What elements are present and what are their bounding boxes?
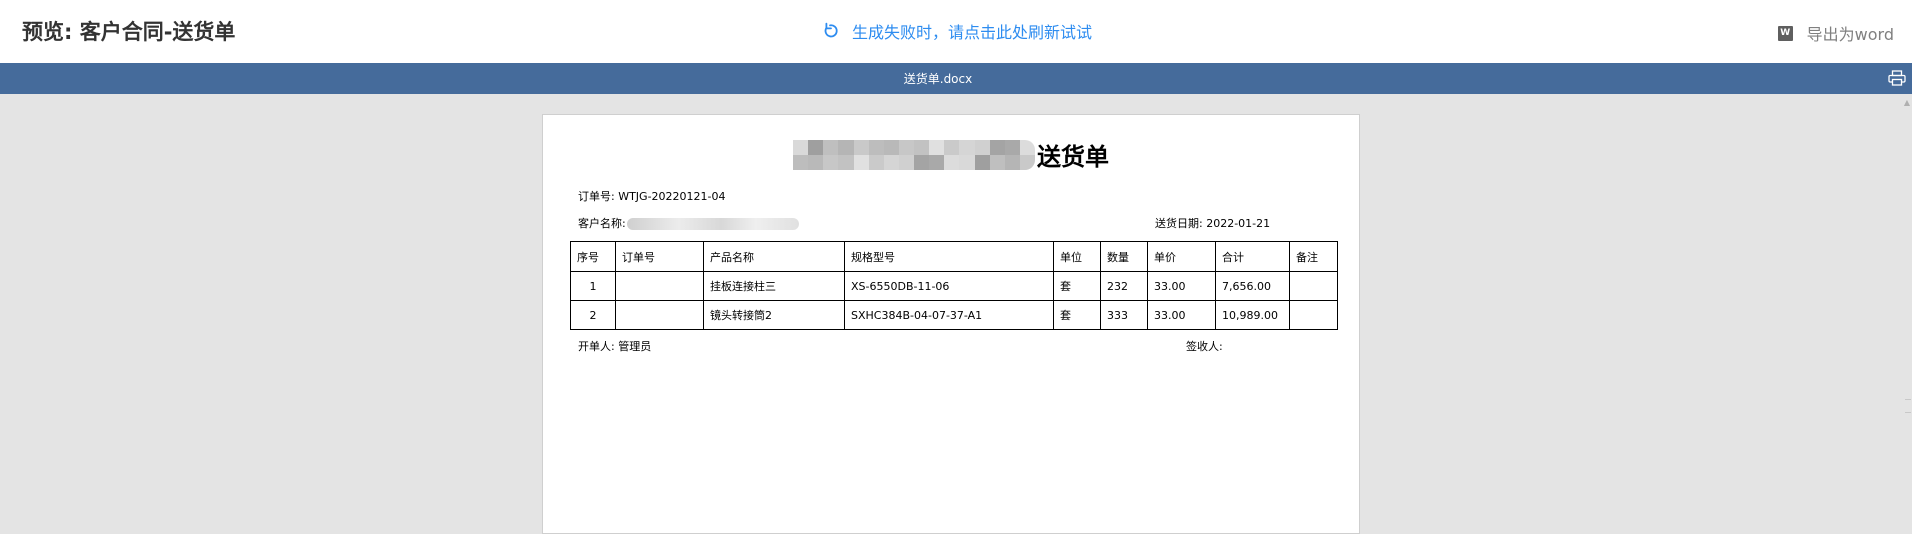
document-title: 送货单 — [1037, 143, 1109, 171]
table-cell — [615, 300, 704, 330]
table-cell: 10,989.00 — [1215, 300, 1290, 330]
column-header: 单位 — [1053, 241, 1101, 272]
column-header: 订单号 — [615, 241, 704, 272]
order-number: 订单号: WTJG-20220121-04 — [578, 190, 726, 203]
customer-name-label: 客户名称: — [578, 217, 626, 230]
top-bar: 预览: 客户合同-送货单 生成失败时，请点击此处刷新试试 W 导出为word — [0, 0, 1912, 63]
table-cell — [615, 271, 704, 301]
scroll-up-arrow[interactable]: ▲ — [1902, 98, 1912, 108]
word-icon: W — [1777, 25, 1793, 41]
redacted-company-name — [793, 139, 1035, 170]
scrollbar-grip[interactable] — [1905, 399, 1911, 413]
file-bar: 送货单.docx — [0, 63, 1912, 94]
column-header: 数量 — [1100, 241, 1148, 272]
page-title: 预览: 客户合同-送货单 — [22, 20, 236, 44]
export-word-button[interactable]: W 导出为word — [1777, 21, 1894, 45]
refresh-link[interactable]: 生成失败时，请点击此处刷新试试 — [820, 19, 1092, 43]
table-cell: 33.00 — [1147, 300, 1216, 330]
refresh-label: 生成失败时，请点击此处刷新试试 — [852, 23, 1093, 42]
table-cell: 2 — [570, 300, 616, 330]
refresh-icon — [824, 22, 838, 38]
table-cell: XS-6550DB-11-06 — [844, 271, 1054, 301]
column-header: 合计 — [1215, 241, 1290, 272]
document-title-row: 送货单 — [543, 137, 1359, 172]
column-header: 备注 — [1289, 241, 1338, 272]
file-name: 送货单.docx — [903, 72, 973, 86]
column-header: 产品名称 — [703, 241, 845, 272]
table-cell: 挂板连接柱三 — [703, 271, 845, 301]
delivery-date: 送货日期: 2022-01-21 — [1155, 217, 1271, 230]
table-cell: SXHC384B-04-07-37-A1 — [844, 300, 1054, 330]
table-cell: 333 — [1100, 300, 1148, 330]
document-page: 送货单 订单号: WTJG-20220121-04 客户名称: 送货日期: 20… — [542, 114, 1360, 534]
print-icon[interactable] — [1888, 70, 1906, 86]
table-cell: 套 — [1053, 300, 1101, 330]
redacted-customer-name — [626, 218, 799, 230]
column-header: 序号 — [570, 241, 616, 272]
table-cell: 33.00 — [1147, 271, 1216, 301]
table-row: 1 挂板连接柱三 XS-6550DB-11-06 套 232 33.00 7,6… — [570, 271, 1338, 301]
column-header: 单价 — [1147, 241, 1216, 272]
table-cell — [1289, 271, 1338, 301]
receiver: 签收人: — [1186, 340, 1223, 353]
column-header: 规格型号 — [844, 241, 1054, 272]
table-cell: 镜头转接筒2 — [703, 300, 845, 330]
table-header-row: 序号 订单号 产品名称 规格型号 单位 数量 单价 合计 备注 — [570, 241, 1338, 272]
table-cell: 232 — [1100, 271, 1148, 301]
customer-name-row: 客户名称: — [578, 215, 799, 231]
document-viewer[interactable]: ▲ 送货单 订单号: WTJG-20220121-04 客户名称: 送货日期: … — [0, 94, 1912, 534]
goods-table: 序号 订单号 产品名称 规格型号 单位 数量 单价 合计 备注 1 挂板连接柱三… — [570, 241, 1338, 330]
table-cell: 7,656.00 — [1215, 271, 1290, 301]
table-row: 2 镜头转接筒2 SXHC384B-04-07-37-A1 套 333 33.0… — [570, 300, 1338, 330]
table-cell — [1289, 300, 1338, 330]
table-cell: 1 — [570, 271, 616, 301]
export-label: 导出为word — [1806, 25, 1894, 44]
table-cell: 套 — [1053, 271, 1101, 301]
issuer: 开单人: 管理员 — [578, 340, 652, 353]
